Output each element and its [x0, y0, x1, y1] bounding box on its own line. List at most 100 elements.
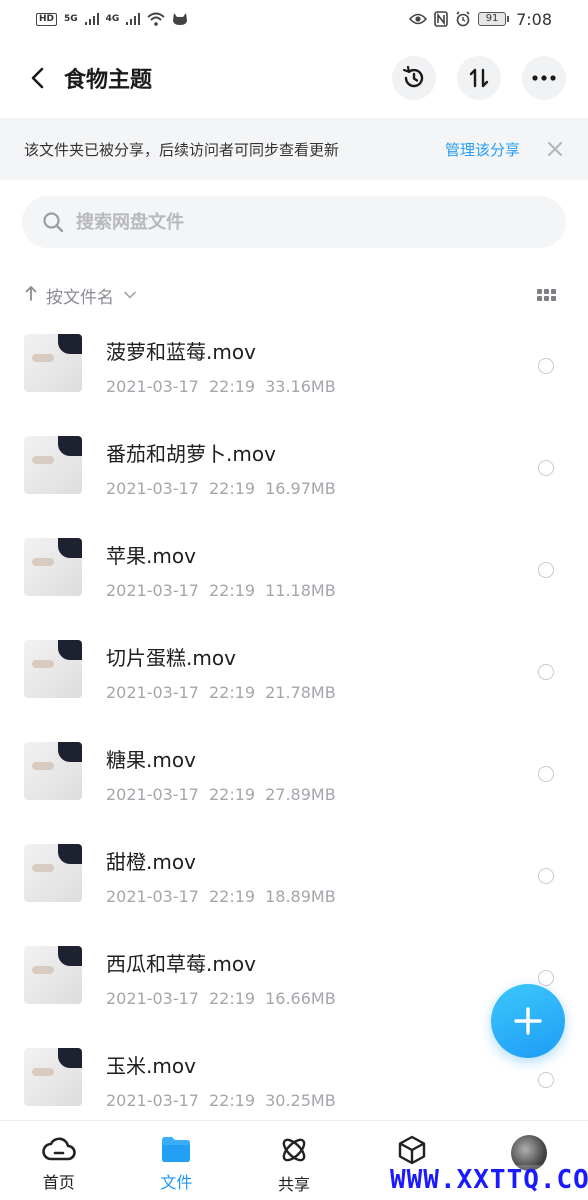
- close-banner-button[interactable]: [546, 140, 564, 158]
- file-size: 18.89MB: [265, 887, 336, 906]
- nav-share-label: 共享: [277, 1175, 310, 1194]
- file-date: 2021-03-17: [106, 1091, 199, 1110]
- file-info: 苹果.mov 2021-03-17 22:19 11.18MB: [106, 540, 336, 600]
- close-icon: [548, 142, 562, 156]
- chevron-left-icon: [31, 67, 44, 89]
- file-time: 22:19: [208, 887, 256, 906]
- file-time: 22:19: [208, 785, 256, 804]
- file-info: 切片蛋糕.mov 2021-03-17 22:19 21.78MB: [106, 642, 336, 702]
- nav-share[interactable]: 共享: [235, 1121, 353, 1200]
- video-thumbnail: [24, 1048, 82, 1106]
- file-date: 2021-03-17: [106, 989, 199, 1008]
- select-radio[interactable]: [538, 970, 554, 986]
- cloud-home-icon: [42, 1137, 76, 1161]
- file-name: 玉米.mov: [106, 1054, 196, 1078]
- arrow-up-icon: [25, 285, 37, 301]
- file-time: 22:19: [208, 989, 256, 1008]
- file-date: 2021-03-17: [106, 581, 199, 600]
- sort-direction-button[interactable]: [22, 285, 40, 306]
- select-radio[interactable]: [538, 664, 554, 680]
- select-radio[interactable]: [538, 766, 554, 782]
- status-bar-left: HD 5G 4G: [36, 12, 188, 26]
- file-info: 番茄和胡萝卜.mov 2021-03-17 22:19 16.97MB: [106, 438, 336, 498]
- file-size: 33.16MB: [265, 377, 336, 396]
- file-info: 玉米.mov 2021-03-17 22:19 30.25MB: [106, 1050, 336, 1110]
- cube-icon: [398, 1135, 425, 1165]
- share-banner-text: 该文件夹已被分享，后续访问者可同步查看更新: [24, 140, 340, 159]
- signal-4g-label: 4G: [105, 14, 120, 24]
- file-row[interactable]: 甜橙.mov 2021-03-17 22:19 18.89MB: [0, 840, 588, 942]
- file-time: 22:19: [208, 479, 256, 498]
- battery-level: 91: [478, 12, 507, 26]
- status-bar: HD 5G 4G 91 7:08: [0, 0, 588, 38]
- search-icon: [43, 212, 64, 233]
- file-row[interactable]: 苹果.mov 2021-03-17 22:19 11.18MB: [0, 534, 588, 636]
- signal-icon: [84, 13, 99, 25]
- video-thumbnail: [24, 538, 82, 596]
- watermark-text: WWW.XXTTQ.COM: [388, 1165, 588, 1195]
- folder-icon: [162, 1137, 191, 1162]
- file-meta: 2021-03-17 22:19 21.78MB: [106, 683, 336, 702]
- file-date: 2021-03-17: [106, 683, 199, 702]
- select-radio[interactable]: [538, 1072, 554, 1088]
- file-date: 2021-03-17: [106, 377, 199, 396]
- share-banner: 该文件夹已被分享，后续访问者可同步查看更新 管理该分享: [0, 118, 588, 180]
- nav-files[interactable]: 文件: [118, 1121, 236, 1200]
- select-radio[interactable]: [538, 562, 554, 578]
- status-time: 7:08: [516, 9, 552, 29]
- signal-icon: [126, 13, 141, 25]
- more-button[interactable]: [522, 56, 566, 100]
- file-info: 糖果.mov 2021-03-17 22:19 27.89MB: [106, 744, 336, 804]
- file-time: 22:19: [208, 581, 256, 600]
- file-date: 2021-03-17: [106, 479, 199, 498]
- plus-icon: [514, 1007, 542, 1035]
- status-bar-right: 91 7:08: [409, 10, 552, 29]
- select-radio[interactable]: [538, 460, 554, 476]
- sort-row: 按文件名: [22, 278, 566, 312]
- history-icon: [402, 65, 424, 88]
- file-date: 2021-03-17: [106, 887, 199, 906]
- file-time: 22:19: [208, 1091, 256, 1110]
- file-size: 27.89MB: [265, 785, 336, 804]
- select-radio[interactable]: [538, 358, 554, 374]
- file-name: 菠萝和蓝莓.mov: [106, 340, 256, 364]
- file-name: 番茄和胡萝卜.mov: [106, 442, 276, 466]
- file-meta: 2021-03-17 22:19 11.18MB: [106, 581, 336, 600]
- top-app-bar: 食物主题: [0, 44, 588, 112]
- file-info: 西瓜和草莓.mov 2021-03-17 22:19 16.66MB: [106, 948, 336, 1008]
- file-info: 甜橙.mov 2021-03-17 22:19 18.89MB: [106, 846, 336, 906]
- video-thumbnail: [24, 436, 82, 494]
- nav-home[interactable]: 首页: [0, 1121, 118, 1200]
- file-size: 21.78MB: [265, 683, 336, 702]
- file-name: 苹果.mov: [106, 544, 196, 568]
- grid-view-button[interactable]: [537, 289, 556, 301]
- file-meta: 2021-03-17 22:19 33.16MB: [106, 377, 336, 396]
- file-row[interactable]: 糖果.mov 2021-03-17 22:19 27.89MB: [0, 738, 588, 840]
- search-bar[interactable]: [22, 196, 566, 248]
- file-size: 30.25MB: [265, 1091, 336, 1110]
- file-name: 糖果.mov: [106, 748, 196, 772]
- file-row[interactable]: 番茄和胡萝卜.mov 2021-03-17 22:19 16.97MB: [0, 432, 588, 534]
- file-row[interactable]: 切片蛋糕.mov 2021-03-17 22:19 21.78MB: [0, 636, 588, 738]
- file-meta: 2021-03-17 22:19 16.66MB: [106, 989, 336, 1008]
- add-button[interactable]: [491, 984, 565, 1058]
- manage-share-link[interactable]: 管理该分享: [445, 139, 520, 160]
- search-input[interactable]: [76, 211, 496, 233]
- sort-by-name-label[interactable]: 按文件名: [46, 283, 114, 308]
- sort-toggle-button[interactable]: [457, 56, 501, 100]
- more-horizontal-icon: [532, 75, 556, 81]
- file-name: 西瓜和草莓.mov: [106, 952, 256, 976]
- select-radio[interactable]: [538, 868, 554, 884]
- video-thumbnail: [24, 844, 82, 902]
- signal-5g-label: 5G: [64, 14, 78, 24]
- file-size: 16.97MB: [265, 479, 336, 498]
- file-name: 切片蛋糕.mov: [106, 646, 236, 670]
- page-title: 食物主题: [64, 68, 153, 93]
- history-button[interactable]: [392, 56, 436, 100]
- file-size: 16.66MB: [265, 989, 336, 1008]
- back-button[interactable]: [22, 58, 52, 98]
- chevron-down-icon[interactable]: [124, 291, 136, 299]
- file-size: 11.18MB: [265, 581, 336, 600]
- video-thumbnail: [24, 742, 82, 800]
- file-row[interactable]: 菠萝和蓝莓.mov 2021-03-17 22:19 33.16MB: [0, 330, 588, 432]
